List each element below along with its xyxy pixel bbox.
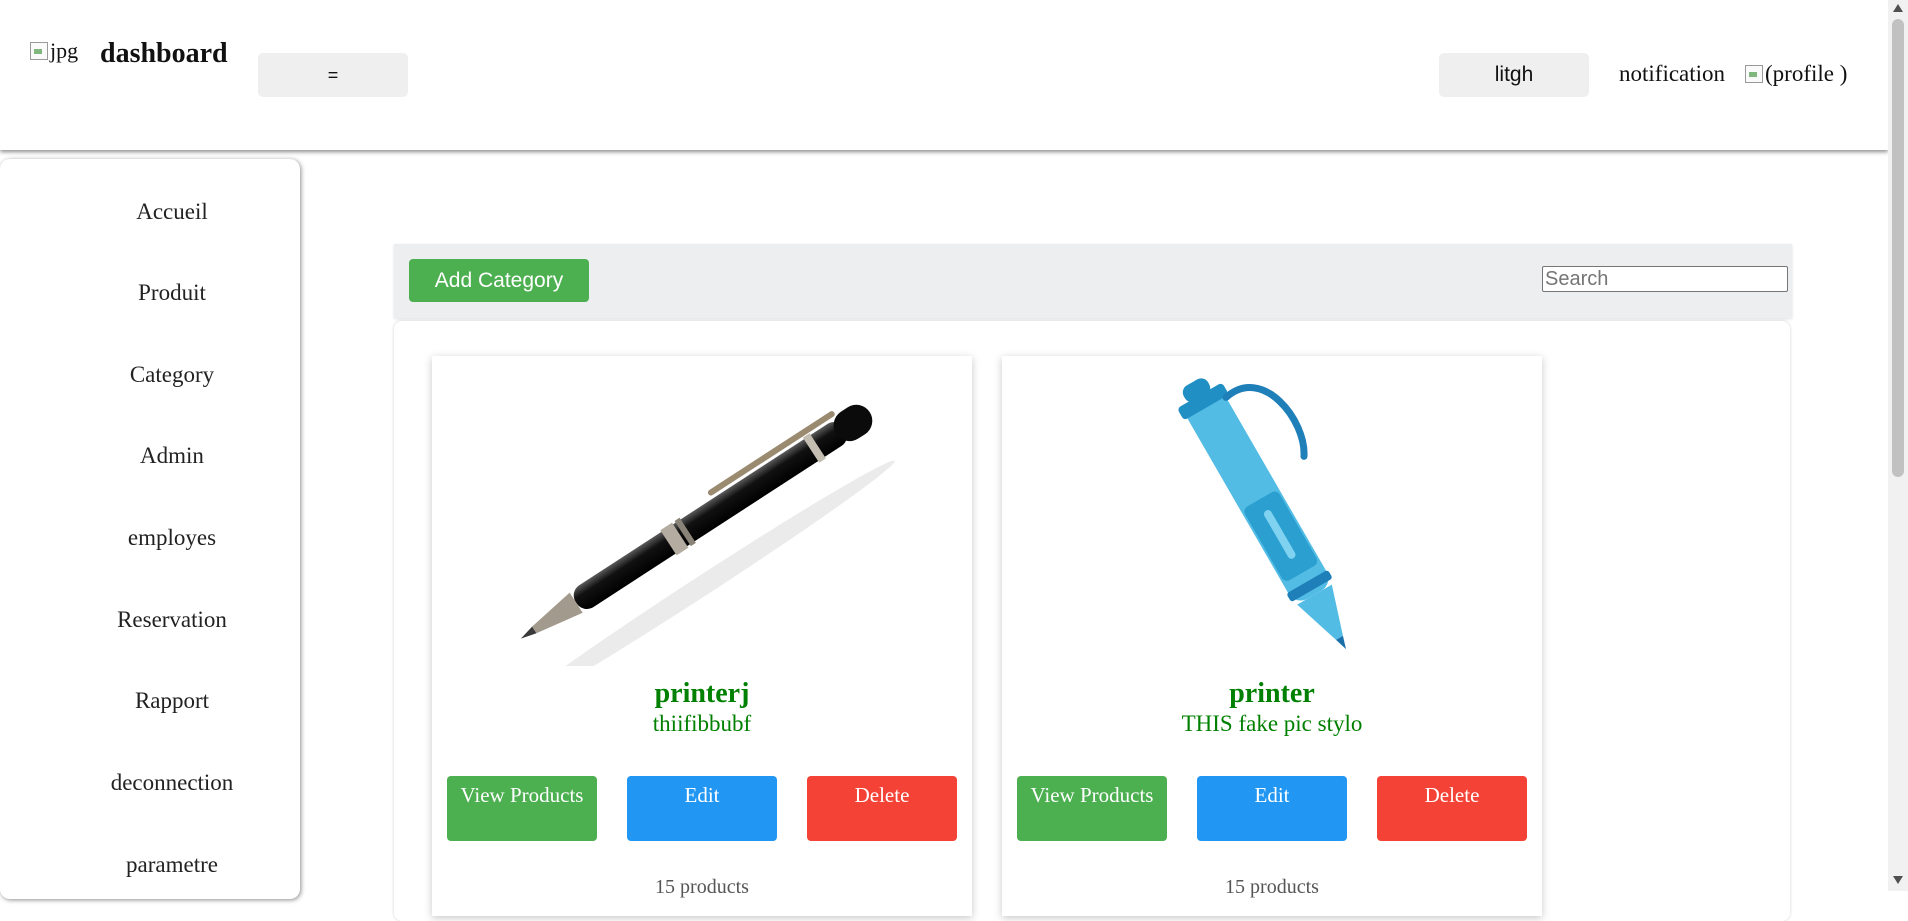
view-products-button[interactable]: View Products xyxy=(1017,776,1167,841)
product-count: 15 products xyxy=(655,876,749,898)
logo-alt-text: jpg xyxy=(50,38,79,63)
theme-toggle-button[interactable]: litgh xyxy=(1439,53,1589,97)
profile-alt-text: (profile ) xyxy=(1765,61,1848,86)
top-navbar: jpg dashboard = litgh notification (prof… xyxy=(0,0,1888,150)
category-card: printerj thiifibbubf View Products Edit … xyxy=(432,356,972,916)
logo-broken-image-icon: jpg xyxy=(30,38,78,64)
category-toolbar: Add Category xyxy=(394,244,1792,318)
product-count: 15 products xyxy=(1225,876,1319,898)
sidebar-item-employes[interactable]: employes xyxy=(0,525,344,551)
delete-button[interactable]: Delete xyxy=(1377,776,1527,841)
edit-button[interactable]: Edit xyxy=(1197,776,1347,841)
sidebar-item-deconnection[interactable]: deconnection xyxy=(0,770,344,796)
notification-link[interactable]: notification xyxy=(1619,61,1725,87)
vertical-scrollbar[interactable] xyxy=(1888,0,1908,891)
sidebar-item-rapport[interactable]: Rapport xyxy=(0,688,344,714)
logo: jpg xyxy=(30,38,78,64)
search-input[interactable] xyxy=(1542,266,1788,292)
category-image-black-pen xyxy=(509,404,895,666)
sidebar-item-reservation[interactable]: Reservation xyxy=(0,607,344,633)
profile-broken-image-icon: (profile ) xyxy=(1745,61,1847,87)
category-description: THIS fake pic stylo xyxy=(1181,711,1363,736)
scrollbar-thumb[interactable] xyxy=(1892,19,1904,477)
category-description: thiifibbubf xyxy=(652,711,752,736)
add-category-button[interactable]: Add Category xyxy=(409,259,589,302)
sidebar-item-produit[interactable]: Produit xyxy=(0,280,344,306)
delete-button[interactable]: Delete xyxy=(807,776,957,841)
sidebar-item-category[interactable]: Category xyxy=(0,362,344,388)
sidebar-item-parametre[interactable]: parametre xyxy=(0,852,344,878)
profile-avatar[interactable]: (profile ) xyxy=(1745,61,1847,89)
broken-image-icon xyxy=(1745,65,1763,83)
broken-image-icon xyxy=(30,42,48,60)
scroll-up-arrow-icon[interactable] xyxy=(1893,4,1903,12)
category-name: printerj xyxy=(654,678,750,709)
sidebar: Accueil Produit Category Admin employes … xyxy=(0,159,300,899)
menu-toggle-button[interactable]: = xyxy=(258,53,408,97)
scroll-down-arrow-icon[interactable] xyxy=(1893,876,1903,884)
sidebar-item-admin[interactable]: Admin xyxy=(0,443,344,469)
edit-button[interactable]: Edit xyxy=(627,776,777,841)
category-name: printer xyxy=(1229,678,1315,709)
category-image-blue-pen xyxy=(1178,378,1346,650)
view-products-button[interactable]: View Products xyxy=(447,776,597,841)
brand-title: dashboard xyxy=(100,38,228,69)
sidebar-item-accueil[interactable]: Accueil xyxy=(0,199,344,225)
category-card: printer THIS fake pic stylo View Product… xyxy=(1002,356,1542,916)
